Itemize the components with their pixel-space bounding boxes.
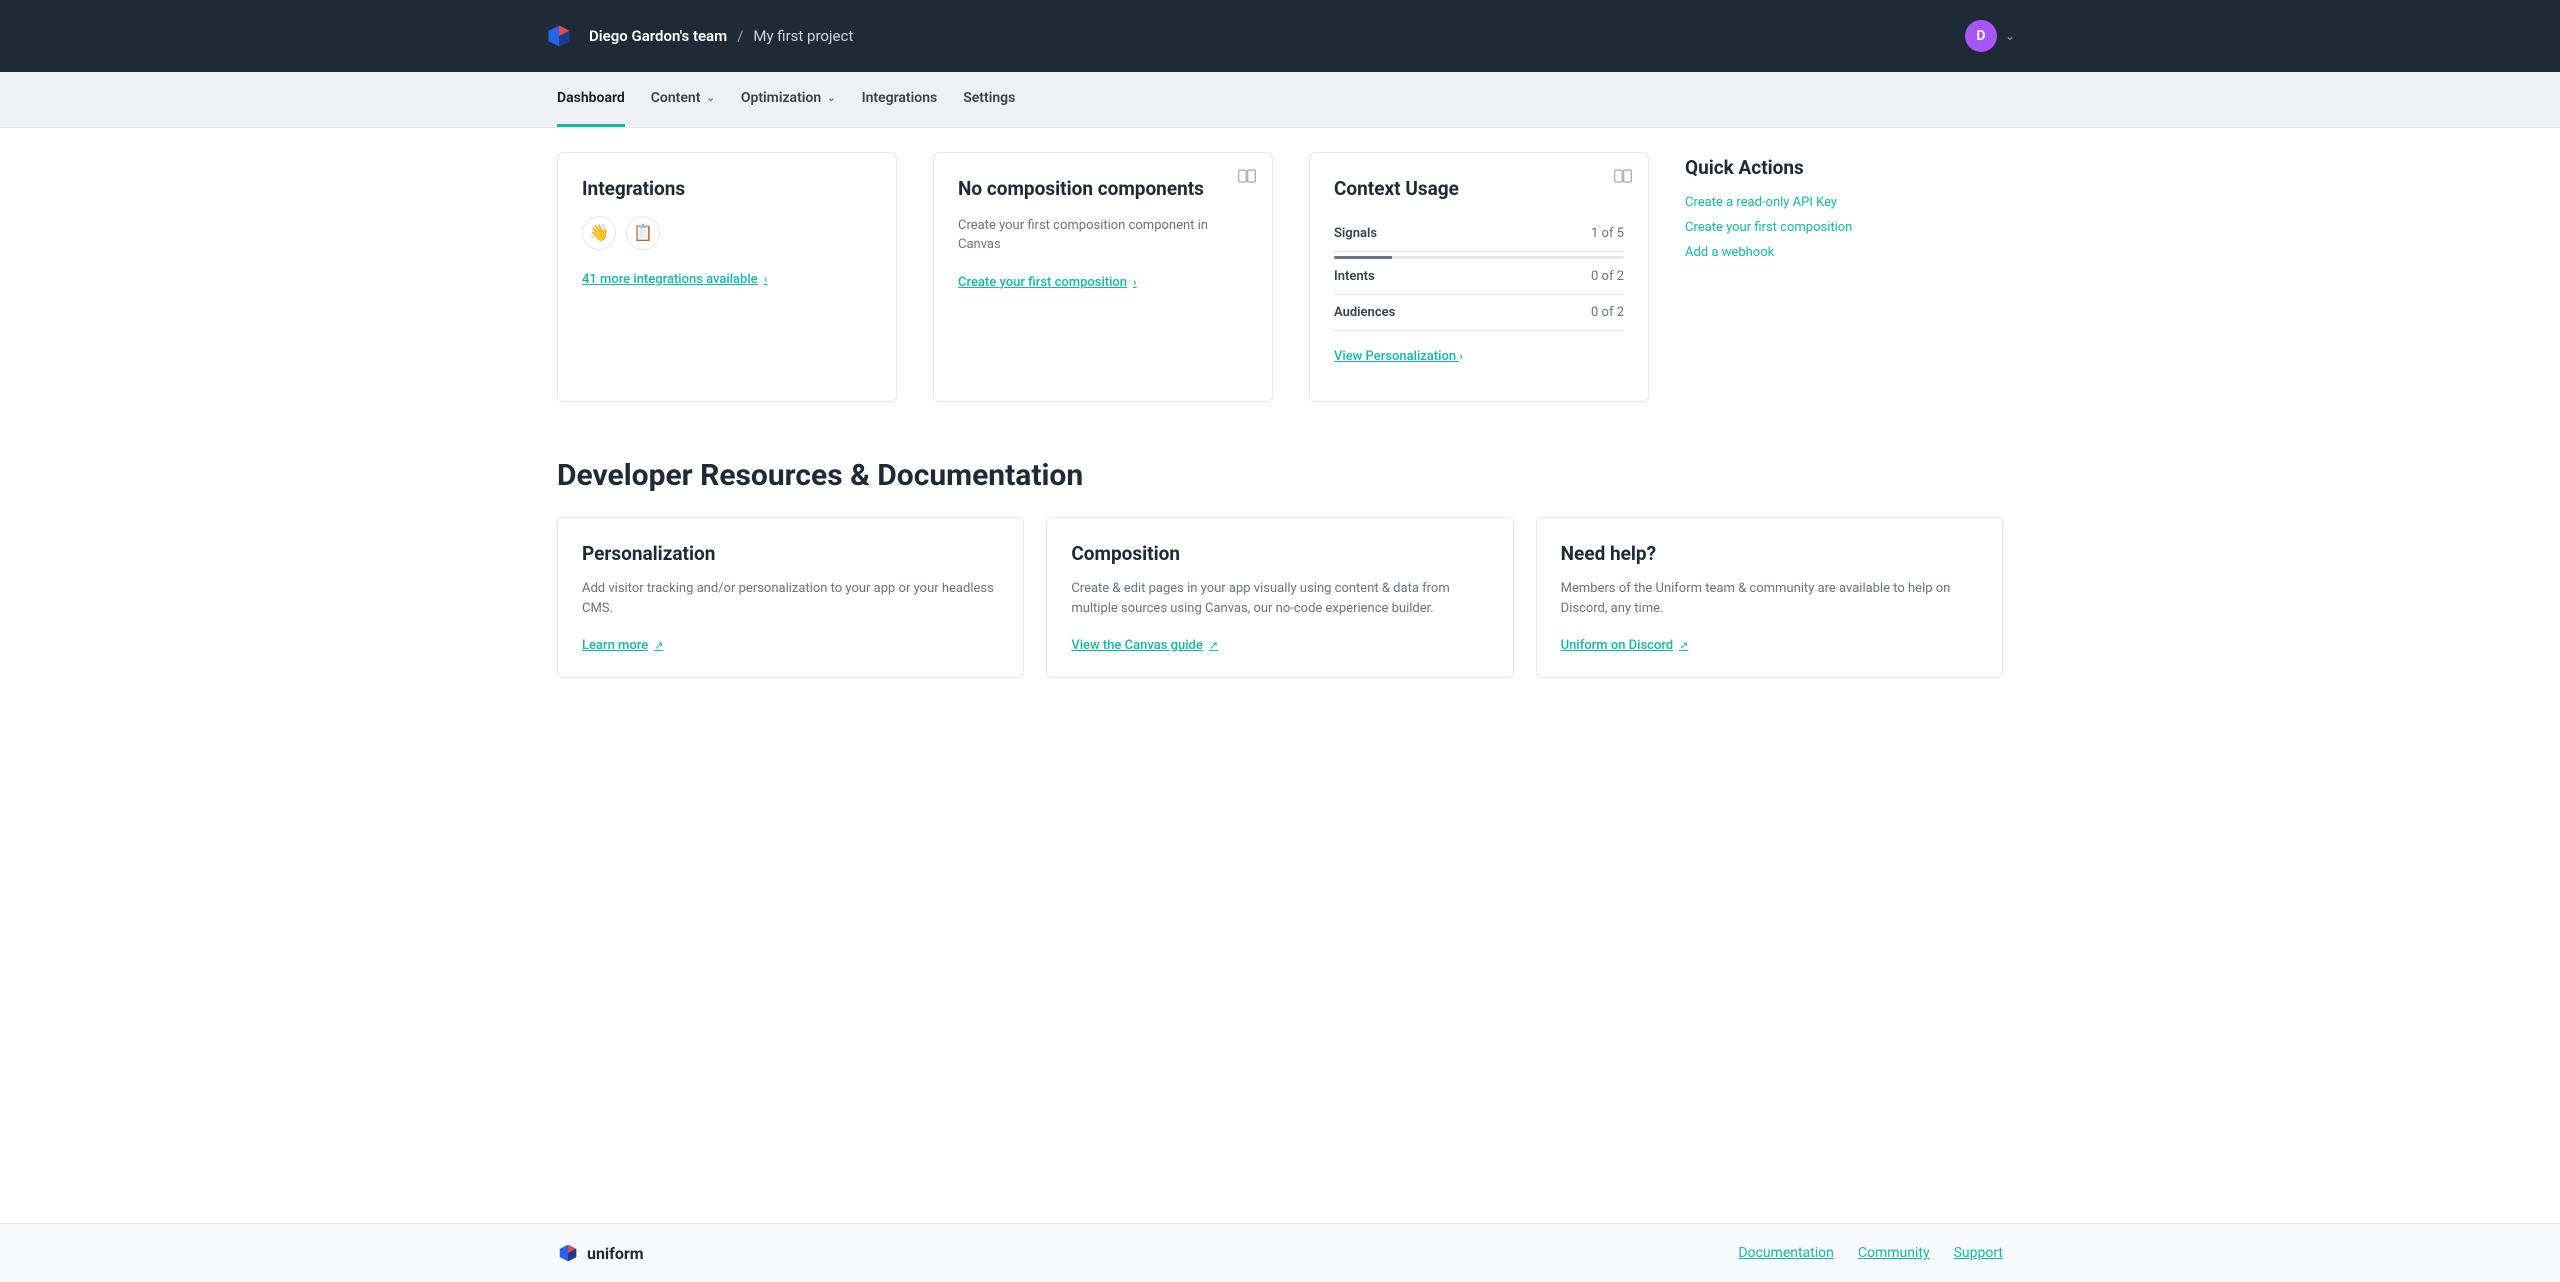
docs-icon[interactable] bbox=[1238, 169, 1256, 187]
nav-label: Integrations bbox=[862, 90, 938, 106]
user-menu[interactable]: D ⌄ bbox=[1965, 20, 2015, 52]
navbar: Dashboard Content ⌄ Optimization ⌄ Integratio… bbox=[0, 72, 2560, 128]
nav-label: Optimization bbox=[741, 90, 821, 106]
usage-label: Intents bbox=[1334, 269, 1375, 284]
chevron-right-icon: › bbox=[1459, 349, 1463, 363]
nav-label: Settings bbox=[963, 90, 1015, 106]
footer-link-support[interactable]: Support bbox=[1954, 1245, 2003, 1261]
quick-action-link[interactable]: Create a read-only API Key bbox=[1685, 195, 1852, 210]
logo-icon bbox=[545, 22, 573, 50]
card-context-usage: Context Usage Signals 1 of 5 Intents 0 of 2… bbox=[1309, 152, 1649, 402]
nav-content[interactable]: Content ⌄ bbox=[651, 72, 715, 127]
footer-logo[interactable]: uniform bbox=[557, 1242, 644, 1264]
integration-icon-2[interactable]: 📋 bbox=[626, 216, 660, 250]
resource-card: Composition Create & edit pages in your a… bbox=[1046, 517, 1513, 678]
resource-title: Personalization bbox=[582, 542, 999, 565]
quick-action-link[interactable]: Create your first composition bbox=[1685, 220, 1852, 235]
topbar: Diego Gardon's team / My first project D… bbox=[0, 0, 2560, 72]
usage-label: Signals bbox=[1334, 226, 1377, 241]
integration-icon-1[interactable]: 👋 bbox=[582, 216, 616, 250]
view-personalization-link[interactable]: View Personalization › bbox=[1334, 349, 1624, 364]
card-title: Integrations bbox=[582, 177, 872, 202]
avatar[interactable]: D bbox=[1965, 20, 1997, 52]
card-title: No composition components bbox=[958, 177, 1248, 202]
resource-link[interactable]: View the Canvas guide ↗ bbox=[1071, 638, 1218, 653]
resources-title: Developer Resources & Documentation bbox=[557, 458, 2003, 493]
link-text: 41 more integrations available bbox=[582, 272, 758, 287]
external-link-icon: ↗ bbox=[1679, 639, 1688, 652]
footer-link-community[interactable]: Community bbox=[1858, 1245, 1930, 1261]
docs-icon[interactable] bbox=[1614, 169, 1632, 187]
external-link-icon: ↗ bbox=[654, 639, 663, 652]
card-composition: No composition components Create your fi… bbox=[933, 152, 1273, 402]
footer-link-documentation[interactable]: Documentation bbox=[1738, 1245, 1834, 1261]
external-link-icon: ↗ bbox=[1209, 639, 1218, 652]
usage-row-signals: Signals 1 of 5 bbox=[1334, 216, 1624, 252]
nav-label: Content bbox=[651, 90, 701, 106]
link-text: Create your first composition bbox=[958, 275, 1127, 290]
project-name[interactable]: My first project bbox=[753, 27, 853, 45]
create-composition-link[interactable]: Create your first composition › bbox=[958, 275, 1137, 290]
integrations-more-link[interactable]: 41 more integrations available › bbox=[582, 272, 767, 287]
resource-link[interactable]: Learn more ↗ bbox=[582, 638, 663, 653]
footer-brand: uniform bbox=[587, 1244, 644, 1263]
chevron-right-icon: › bbox=[1133, 275, 1137, 289]
chevron-down-icon: ⌄ bbox=[827, 93, 835, 104]
resource-title: Composition bbox=[1071, 542, 1488, 565]
breadcrumb-sep: / bbox=[737, 27, 743, 45]
main-content: Integrations 👋 📋 41 more integrations av… bbox=[545, 128, 2015, 738]
resource-title: Need help? bbox=[1561, 542, 1978, 565]
quick-actions: Quick Actions Create a read-only API Key… bbox=[1685, 152, 1852, 270]
logo-icon bbox=[557, 1242, 579, 1264]
breadcrumb: Diego Gardon's team / My first project bbox=[589, 27, 853, 45]
usage-value: 0 of 2 bbox=[1591, 269, 1624, 284]
resource-card: Need help? Members of the Uniform team & … bbox=[1536, 517, 2003, 678]
card-title: Context Usage bbox=[1334, 177, 1624, 202]
usage-value: 1 of 5 bbox=[1591, 226, 1624, 241]
usage-value: 0 of 2 bbox=[1591, 305, 1624, 320]
usage-row-intents: Intents 0 of 2 bbox=[1334, 259, 1624, 295]
link-text: View the Canvas guide bbox=[1071, 638, 1203, 653]
nav-label: Dashboard bbox=[557, 90, 625, 106]
chevron-down-icon: ⌄ bbox=[2005, 29, 2015, 43]
footer: uniform Documentation Community Support bbox=[0, 1223, 2560, 1282]
link-text: Learn more bbox=[582, 638, 648, 653]
link-text: View Personalization bbox=[1334, 349, 1456, 364]
usage-label: Audiences bbox=[1334, 305, 1395, 320]
chevron-right-icon: › bbox=[764, 272, 768, 286]
resource-desc: Create & edit pages in your app visually… bbox=[1071, 579, 1488, 618]
resource-desc: Members of the Uniform team & community … bbox=[1561, 579, 1978, 618]
card-desc: Create your first composition component … bbox=[958, 216, 1248, 255]
quick-action-link[interactable]: Add a webhook bbox=[1685, 245, 1852, 260]
usage-row-audiences: Audiences 0 of 2 bbox=[1334, 295, 1624, 331]
team-name[interactable]: Diego Gardon's team bbox=[589, 27, 727, 45]
nav-optimization[interactable]: Optimization ⌄ bbox=[741, 72, 836, 127]
resource-desc: Add visitor tracking and/or personalizat… bbox=[582, 579, 999, 618]
nav-dashboard[interactable]: Dashboard bbox=[557, 72, 625, 127]
nav-settings[interactable]: Settings bbox=[963, 72, 1015, 127]
chevron-down-icon: ⌄ bbox=[706, 93, 714, 104]
resource-link[interactable]: Uniform on Discord ↗ bbox=[1561, 638, 1689, 653]
card-integrations: Integrations 👋 📋 41 more integrations av… bbox=[557, 152, 897, 402]
resource-card: Personalization Add visitor tracking and/… bbox=[557, 517, 1024, 678]
link-text: Uniform on Discord bbox=[1561, 638, 1673, 653]
quick-actions-title: Quick Actions bbox=[1685, 156, 1852, 179]
nav-integrations[interactable]: Integrations bbox=[862, 72, 938, 127]
